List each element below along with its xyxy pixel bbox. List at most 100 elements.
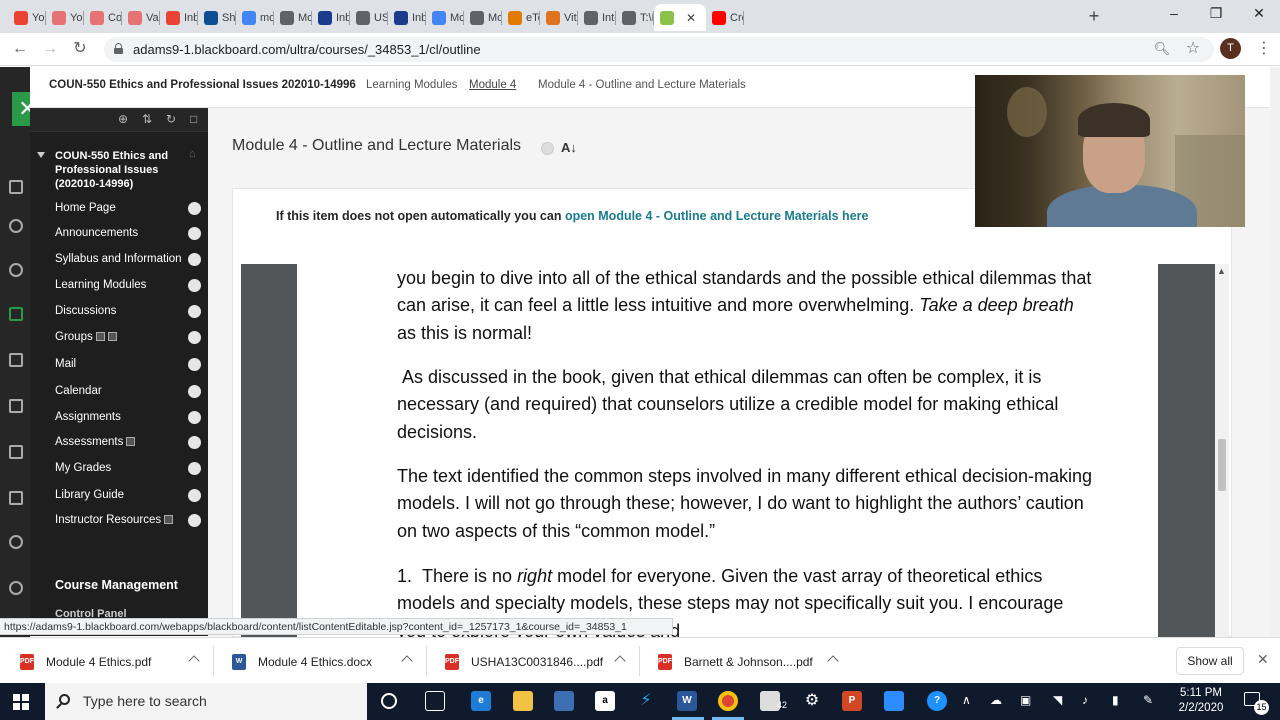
institution-icon[interactable] bbox=[9, 180, 23, 194]
close-tab-icon[interactable]: ✕ bbox=[686, 11, 696, 25]
reorder-icon[interactable]: ⇅ bbox=[142, 112, 152, 126]
download-item[interactable]: PDF Module 4 Ethics.pdf bbox=[20, 653, 151, 671]
menu-item-my-grades[interactable]: My Grades bbox=[55, 462, 111, 474]
breadcrumb-learning-modules[interactable]: Learning Modules bbox=[366, 79, 457, 91]
close-downloads-shelf-icon[interactable]: ✕ bbox=[1257, 651, 1269, 668]
breadcrumb-module-4[interactable]: Module 4 bbox=[469, 79, 516, 91]
menu-item-assignments[interactable]: Assignments bbox=[55, 411, 121, 423]
restore-window-button[interactable]: ❐ bbox=[1206, 5, 1226, 22]
download-item[interactable]: PDF USHA13C0031846....pdf bbox=[445, 653, 603, 671]
breadcrumb-course[interactable]: COUN-550 Ethics and Professional Issues … bbox=[49, 79, 356, 91]
browser-tab[interactable]: Inb bbox=[312, 4, 350, 31]
menu-item-calendar[interactable]: Calendar bbox=[55, 385, 102, 397]
browser-tab[interactable]: Mo bbox=[464, 4, 502, 31]
menu-item-instructor-resources[interactable]: Instructor Resources bbox=[55, 514, 174, 526]
alternative-formats-icon[interactable]: A↓ bbox=[561, 140, 577, 155]
menu-item-groups[interactable]: Groups bbox=[55, 331, 117, 343]
bookmark-star-icon[interactable]: ☆ bbox=[1183, 39, 1203, 59]
tools-gear-icon[interactable] bbox=[9, 535, 23, 549]
back-button[interactable]: ← bbox=[10, 39, 30, 59]
browser-tab[interactable]: Sho bbox=[198, 4, 236, 31]
pdf-scroll-thumb[interactable] bbox=[1218, 439, 1226, 491]
tray-chevron-up-icon[interactable]: ∧ bbox=[962, 693, 971, 707]
close-window-button[interactable]: ✕ bbox=[1249, 5, 1269, 22]
file-explorer-icon[interactable] bbox=[513, 691, 533, 711]
browser-tab[interactable]: Cre bbox=[706, 4, 744, 31]
messages-icon[interactable] bbox=[9, 445, 23, 459]
battery-icon[interactable]: ▮ bbox=[1112, 693, 1119, 707]
wifi-icon[interactable]: ◥ bbox=[1053, 693, 1062, 707]
browser-tab[interactable]: Vita bbox=[540, 4, 578, 31]
task-view-icon[interactable] bbox=[425, 691, 445, 711]
browser-tab[interactable]: Mo bbox=[426, 4, 464, 31]
display-in-window-icon[interactable]: □ bbox=[190, 112, 197, 126]
profile-icon[interactable] bbox=[9, 219, 23, 233]
menu-item-syllabus[interactable]: Syllabus and Information bbox=[55, 253, 182, 265]
amazon-icon[interactable]: a bbox=[595, 691, 615, 711]
browser-tab[interactable]: Inb bbox=[388, 4, 426, 31]
chevron-up-icon[interactable] bbox=[614, 655, 626, 667]
volume-icon[interactable]: ♪ bbox=[1082, 693, 1088, 707]
browser-tab[interactable]: USH bbox=[350, 4, 388, 31]
download-item[interactable]: W Module 4 Ethics.docx bbox=[232, 653, 372, 671]
zoom-app-icon[interactable] bbox=[884, 691, 904, 711]
windows-start-icon[interactable] bbox=[13, 694, 29, 710]
word-icon[interactable]: W bbox=[677, 691, 697, 711]
store-icon[interactable] bbox=[554, 691, 574, 711]
chevron-up-icon[interactable] bbox=[401, 655, 413, 667]
menu-item-mail[interactable]: Mail bbox=[55, 358, 76, 370]
chevron-up-icon[interactable] bbox=[827, 655, 839, 667]
profile-avatar[interactable]: T bbox=[1220, 38, 1241, 59]
browser-tab[interactable]: Inte bbox=[578, 4, 616, 31]
menu-item-home-page[interactable]: Home Page bbox=[55, 202, 116, 214]
bolt-app-icon[interactable]: ⚡ bbox=[636, 691, 656, 711]
open-item-link[interactable]: open Module 4 - Outline and Lecture Mate… bbox=[565, 209, 869, 223]
menu-item-assessments[interactable]: Assessments bbox=[55, 436, 136, 448]
scroll-up-icon[interactable]: ▲ bbox=[1217, 266, 1226, 276]
help-icon[interactable]: ? bbox=[927, 691, 947, 711]
onedrive-icon[interactable]: ☁ bbox=[990, 693, 1002, 707]
course-menu-title[interactable]: COUN-550 Ethics and Professional Issues … bbox=[55, 149, 185, 191]
cortana-icon[interactable] bbox=[381, 693, 397, 709]
menu-item-learning-modules[interactable]: Learning Modules bbox=[55, 279, 146, 291]
settings-gear-icon[interactable]: ⚙ bbox=[802, 691, 822, 711]
refresh-icon[interactable]: ↻ bbox=[166, 112, 176, 126]
courses-icon[interactable] bbox=[9, 307, 23, 321]
browser-tab[interactable]: You bbox=[8, 4, 46, 31]
powerpoint-icon[interactable]: P bbox=[842, 691, 862, 711]
browser-tab[interactable]: Inb bbox=[160, 4, 198, 31]
tray-app-icon[interactable]: ▣ bbox=[1020, 693, 1031, 707]
browser-tab[interactable]: Cor bbox=[84, 4, 122, 31]
menu-item-announcements[interactable]: Announcements bbox=[55, 227, 138, 239]
globe-icon[interactable] bbox=[9, 263, 23, 277]
browser-tab[interactable]: Mo bbox=[274, 4, 312, 31]
browser-tab[interactable]: You bbox=[46, 4, 84, 31]
course-management-heading[interactable]: Course Management bbox=[55, 578, 178, 592]
collapse-caret-icon[interactable] bbox=[37, 152, 45, 158]
browser-tab[interactable]: ✕ bbox=[654, 4, 706, 31]
chevron-up-icon[interactable] bbox=[188, 655, 200, 667]
add-menu-item-icon[interactable]: ⊕ bbox=[118, 112, 128, 126]
pen-icon[interactable]: ✎ bbox=[1143, 693, 1153, 707]
page-scrollbar[interactable] bbox=[1270, 67, 1280, 637]
item-status-icon[interactable] bbox=[541, 142, 554, 155]
download-item[interactable]: PDF Barnett & Johnson....pdf bbox=[658, 653, 813, 671]
show-all-downloads-button[interactable]: Show all bbox=[1176, 647, 1244, 675]
grades-icon[interactable] bbox=[9, 491, 23, 505]
pdf-viewer[interactable]: you begin to dive into all of the ethica… bbox=[241, 264, 1215, 637]
menu-item-discussions[interactable]: Discussions bbox=[55, 305, 116, 317]
sign-out-icon[interactable] bbox=[9, 581, 23, 595]
pdf-scrollbar[interactable]: ▲ bbox=[1215, 264, 1229, 637]
browser-tab[interactable]: T:\F bbox=[616, 4, 654, 31]
minimize-window-button[interactable]: – bbox=[1164, 5, 1184, 21]
browser-tab[interactable]: eTe bbox=[502, 4, 540, 31]
forward-button[interactable]: → bbox=[40, 39, 60, 59]
home-icon[interactable]: ⌂ bbox=[189, 148, 196, 160]
browser-menu-icon[interactable]: ⋮ bbox=[1254, 39, 1274, 59]
system-clock[interactable]: 5:11 PM 2/2/2020 bbox=[1168, 686, 1234, 716]
zoom-search-icon[interactable]: 🔍︎ bbox=[1152, 39, 1172, 59]
menu-item-library-guide[interactable]: Library Guide bbox=[55, 489, 124, 501]
edge-browser-icon[interactable]: e bbox=[471, 691, 491, 711]
browser-tab[interactable]: mo bbox=[236, 4, 274, 31]
browser-tab[interactable]: Vac bbox=[122, 4, 160, 31]
